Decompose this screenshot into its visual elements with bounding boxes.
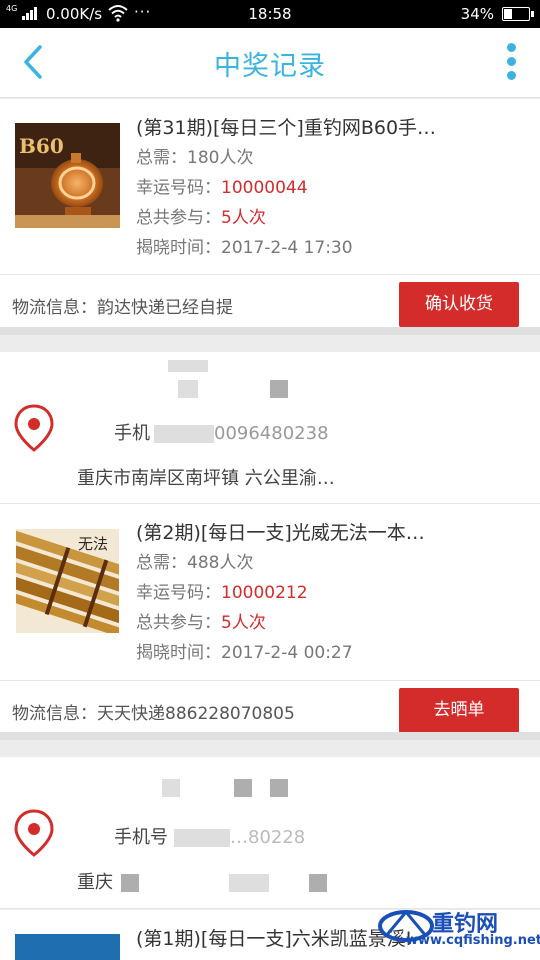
participation-label: 总共参与： — [136, 613, 221, 633]
clock: 18:58 — [248, 5, 292, 23]
prize-summary[interactable]: B60 (第31期)[每日三个]重钓网B60手… 总需：180人次 幸运号码：1… — [0, 99, 540, 274]
participation-count: 5人次 — [221, 208, 266, 228]
reveal-time: 揭晓时间：2017-2-4 17:30 — [136, 238, 353, 258]
location-pin-icon — [14, 404, 54, 452]
lucky-number-row: 幸运号码：10000212 — [136, 578, 308, 603]
thumb-brand-text: B60 — [19, 134, 64, 158]
address-city: 重庆 — [77, 872, 113, 893]
recipient-address: 重庆 — [77, 868, 327, 894]
order-card: B60 (第31期)[每日三个]重钓网B60手… 总需：180人次 幸运号码：1… — [0, 99, 540, 327]
status-bar: 4G 0.00K/s ··· 18:58 34% — [0, 0, 540, 28]
blurred-name — [270, 380, 288, 398]
address-card: 手机号 …80228 重庆 — [0, 757, 540, 909]
blurred-address — [229, 874, 269, 892]
logistics-bar: 物流信息：韵达快递已经自提 确认收货 — [0, 274, 540, 332]
delivery-address[interactable]: 手机 0096480238 重庆市南岸区南坪镇 六公里渝… — [0, 352, 540, 504]
phone-partial: 0096480238 — [214, 423, 329, 444]
lucky-number-row: 幸运号码：10000044 — [136, 173, 308, 198]
lucky-number: 10000044 — [221, 178, 308, 198]
product-thumbnail — [15, 934, 120, 960]
blurred-phone — [174, 829, 230, 847]
location-pin-icon — [14, 809, 54, 857]
thumb-box-text: 无法 — [78, 535, 108, 553]
share-order-button[interactable]: 去晒单 — [399, 688, 519, 733]
confirm-receipt-button[interactable]: 确认收货 — [399, 282, 519, 327]
prize-title: (第31期)[每日三个]重钓网B60手… — [136, 117, 437, 139]
prize-title: (第2期)[每日一支]光威无法一本… — [136, 522, 425, 544]
blurred-name — [168, 360, 208, 372]
blurred-name — [234, 779, 252, 797]
lucky-number-label: 幸运号码： — [136, 583, 221, 603]
product-thumbnail-rod: 无法 — [16, 529, 119, 633]
prize-title: (第1期)[每日一支]六米凯蓝景溪I — [136, 928, 412, 950]
phone-partial: …80228 — [230, 827, 306, 848]
participation-label: 总共参与： — [136, 208, 221, 228]
total-need: 总需：180人次 — [136, 148, 254, 168]
participation-row: 总共参与：5人次 — [136, 203, 266, 228]
phone-label: 手机 — [114, 423, 150, 444]
participation-count: 5人次 — [221, 613, 266, 633]
blurred-address — [309, 874, 327, 892]
lucky-number-label: 幸运号码： — [136, 178, 221, 198]
product-thumbnail-reel: B60 — [15, 123, 120, 228]
blurred-name — [178, 380, 198, 398]
order-card: 无法 (第2期)[每日一支]光威无法一本… 总需：488人次 幸运号码：1000… — [0, 504, 540, 733]
blurred-name — [162, 779, 180, 797]
total-need: 总需：488人次 — [136, 553, 254, 573]
site-watermark: 重钓网 www.cqfishing.net — [376, 906, 540, 952]
recipient-phone: 手机号 …80228 — [114, 823, 305, 849]
delivery-address[interactable]: 手机号 …80228 重庆 — [0, 757, 540, 909]
blurred-address — [121, 874, 139, 892]
blurred-phone — [154, 425, 214, 443]
reveal-time: 揭晓时间：2017-2-4 00:27 — [136, 643, 353, 663]
phone-label: 手机号 — [114, 827, 168, 848]
page-title: 中奖记录 — [214, 51, 326, 82]
battery-percent: 34% — [460, 5, 494, 23]
battery-icon — [502, 7, 534, 21]
participation-row: 总共参与：5人次 — [136, 608, 266, 633]
recipient-address: 重庆市南岸区南坪镇 六公里渝… — [77, 468, 335, 489]
logistics-info: 物流信息：韵达快递已经自提 — [12, 298, 233, 318]
address-card: 手机 0096480238 重庆市南岸区南坪镇 六公里渝… — [0, 352, 540, 504]
section-divider — [0, 732, 540, 740]
section-divider — [0, 327, 540, 335]
more-menu-icon[interactable] — [504, 41, 518, 83]
watermark-url: www.cqfishing.net — [406, 933, 540, 948]
lucky-number: 10000212 — [221, 583, 308, 603]
logistics-info: 物流信息：天天快递886228070805 — [12, 704, 295, 724]
prize-summary[interactable]: 无法 (第2期)[每日一支]光威无法一本… 总需：488人次 幸运号码：1000… — [0, 504, 540, 679]
blurred-name — [270, 779, 288, 797]
app-header: 中奖记录 — [0, 28, 540, 98]
recipient-phone: 手机 0096480238 — [114, 419, 329, 445]
logistics-bar: 物流信息：天天快递886228070805 去晒单 — [0, 680, 540, 738]
